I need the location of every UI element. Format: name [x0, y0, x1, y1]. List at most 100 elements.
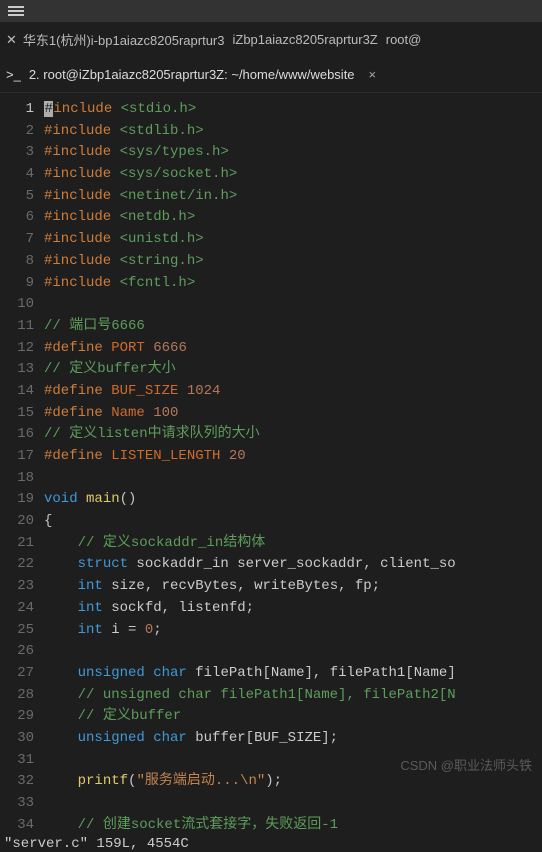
line-number: 3 [0, 142, 44, 164]
line-number: 5 [0, 186, 44, 208]
code-content: #include <fcntl.h> [44, 273, 542, 295]
line-number: 22 [0, 554, 44, 576]
line-number: 33 [0, 793, 44, 815]
code-line[interactable]: 32 printf("服务端启动...\n"); [0, 771, 542, 793]
line-number: 14 [0, 381, 44, 403]
code-content: int sockfd, listenfd; [44, 598, 542, 620]
session-tab-label: 2. root@iZbp1aiazc8205raprtur3Z: ~/home/… [29, 67, 355, 82]
code-line[interactable]: 15#define Name 100 [0, 403, 542, 425]
code-line[interactable]: 6#include <netdb.h> [0, 207, 542, 229]
line-number: 11 [0, 316, 44, 338]
line-number: 18 [0, 468, 44, 490]
code-content: { [44, 511, 542, 533]
code-line[interactable]: 16// 定义listen中请求队列的大小 [0, 424, 542, 446]
code-content [44, 750, 542, 772]
code-content [44, 294, 542, 316]
code-line[interactable]: 3#include <sys/types.h> [0, 142, 542, 164]
code-line[interactable]: 11// 端口号6666 [0, 316, 542, 338]
code-content: #define PORT 6666 [44, 338, 542, 360]
cursor: # [44, 101, 53, 117]
code-line[interactable]: 19void main() [0, 489, 542, 511]
code-line[interactable]: 31 [0, 750, 542, 772]
window-title-bar [0, 0, 542, 22]
code-content [44, 641, 542, 663]
status-line: "server.c" 159L, 4554C [0, 836, 542, 852]
code-line[interactable]: 1#include <stdio.h> [0, 99, 542, 121]
code-line[interactable]: 8#include <string.h> [0, 251, 542, 273]
code-content: // 端口号6666 [44, 316, 542, 338]
line-number: 8 [0, 251, 44, 273]
line-number: 2 [0, 121, 44, 143]
line-number: 19 [0, 489, 44, 511]
line-number: 17 [0, 446, 44, 468]
host-tab-1[interactable]: 华东1(杭州)i-bp1aiazc8205raprtur3 [23, 30, 225, 49]
host-tab-2[interactable]: iZbp1aiazc8205raprtur3Z [233, 32, 378, 47]
code-line[interactable]: 34 // 创建socket流式套接字，失败返回-1 [0, 815, 542, 837]
code-line[interactable]: 17#define LISTEN_LENGTH 20 [0, 446, 542, 468]
code-content: // 定义sockaddr_in结构体 [44, 533, 542, 555]
code-line[interactable]: 2#include <stdlib.h> [0, 121, 542, 143]
line-number: 34 [0, 815, 44, 837]
code-content: #include <stdlib.h> [44, 121, 542, 143]
editor-area[interactable]: 1#include <stdio.h>2#include <stdlib.h>3… [0, 93, 542, 836]
line-number: 25 [0, 620, 44, 642]
code-line[interactable]: 28 // unsigned char filePath1[Name], fil… [0, 685, 542, 707]
code-line[interactable]: 29 // 定义buffer [0, 706, 542, 728]
line-number: 30 [0, 728, 44, 750]
line-number: 23 [0, 576, 44, 598]
line-number: 31 [0, 750, 44, 772]
code-line[interactable]: 4#include <sys/socket.h> [0, 164, 542, 186]
code-content: #include <netdb.h> [44, 207, 542, 229]
code-line[interactable]: 13// 定义buffer大小 [0, 359, 542, 381]
code-line[interactable]: 21 // 定义sockaddr_in结构体 [0, 533, 542, 555]
menu-icon[interactable] [8, 4, 24, 18]
host-tab-3[interactable]: root@ [386, 32, 422, 47]
code-content: #include <string.h> [44, 251, 542, 273]
line-number: 10 [0, 294, 44, 316]
code-line[interactable]: 25 int i = 0; [0, 620, 542, 642]
code-content: int i = 0; [44, 620, 542, 642]
code-line[interactable]: 14#define BUF_SIZE 1024 [0, 381, 542, 403]
line-number: 4 [0, 164, 44, 186]
code-line[interactable]: 22 struct sockaddr_in server_sockaddr, c… [0, 554, 542, 576]
line-number: 21 [0, 533, 44, 555]
code-line[interactable]: 18 [0, 468, 542, 490]
code-line[interactable]: 33 [0, 793, 542, 815]
tab-close-icon[interactable]: × [363, 67, 383, 82]
code-content: // 定义buffer大小 [44, 359, 542, 381]
code-line[interactable]: 23 int size, recvBytes, writeBytes, fp; [0, 576, 542, 598]
code-content: #include <sys/socket.h> [44, 164, 542, 186]
line-number: 26 [0, 641, 44, 663]
code-line[interactable]: 5#include <netinet/in.h> [0, 186, 542, 208]
code-content: int size, recvBytes, writeBytes, fp; [44, 576, 542, 598]
code-content [44, 468, 542, 490]
code-line[interactable]: 24 int sockfd, listenfd; [0, 598, 542, 620]
terminal-icon: >_ [6, 67, 21, 82]
code-line[interactable]: 7#include <unistd.h> [0, 229, 542, 251]
code-content: unsigned char buffer[BUF_SIZE]; [44, 728, 542, 750]
code-content [44, 793, 542, 815]
code-line[interactable]: 10 [0, 294, 542, 316]
line-number: 9 [0, 273, 44, 295]
code-line[interactable]: 12#define PORT 6666 [0, 338, 542, 360]
code-line[interactable]: 27 unsigned char filePath[Name], filePat… [0, 663, 542, 685]
line-number: 6 [0, 207, 44, 229]
code-content: void main() [44, 489, 542, 511]
code-content: #define BUF_SIZE 1024 [44, 381, 542, 403]
host-tab-row: ✕ 华东1(杭州)i-bp1aiazc8205raprtur3 iZbp1aia… [0, 22, 542, 57]
line-number: 7 [0, 229, 44, 251]
code-line[interactable]: 26 [0, 641, 542, 663]
code-content: #include <sys/types.h> [44, 142, 542, 164]
code-content: // 定义buffer [44, 706, 542, 728]
code-content: printf("服务端启动...\n"); [44, 771, 542, 793]
code-line[interactable]: 9#include <fcntl.h> [0, 273, 542, 295]
line-number: 12 [0, 338, 44, 360]
close-icon[interactable]: ✕ [6, 32, 17, 48]
session-tab[interactable]: >_ 2. root@iZbp1aiazc8205raprtur3Z: ~/ho… [0, 57, 542, 93]
code-content: // 定义listen中请求队列的大小 [44, 424, 542, 446]
line-number: 1 [0, 99, 44, 121]
code-line[interactable]: 30 unsigned char buffer[BUF_SIZE]; [0, 728, 542, 750]
line-number: 27 [0, 663, 44, 685]
code-content: #include <stdio.h> [44, 99, 542, 121]
code-line[interactable]: 20{ [0, 511, 542, 533]
